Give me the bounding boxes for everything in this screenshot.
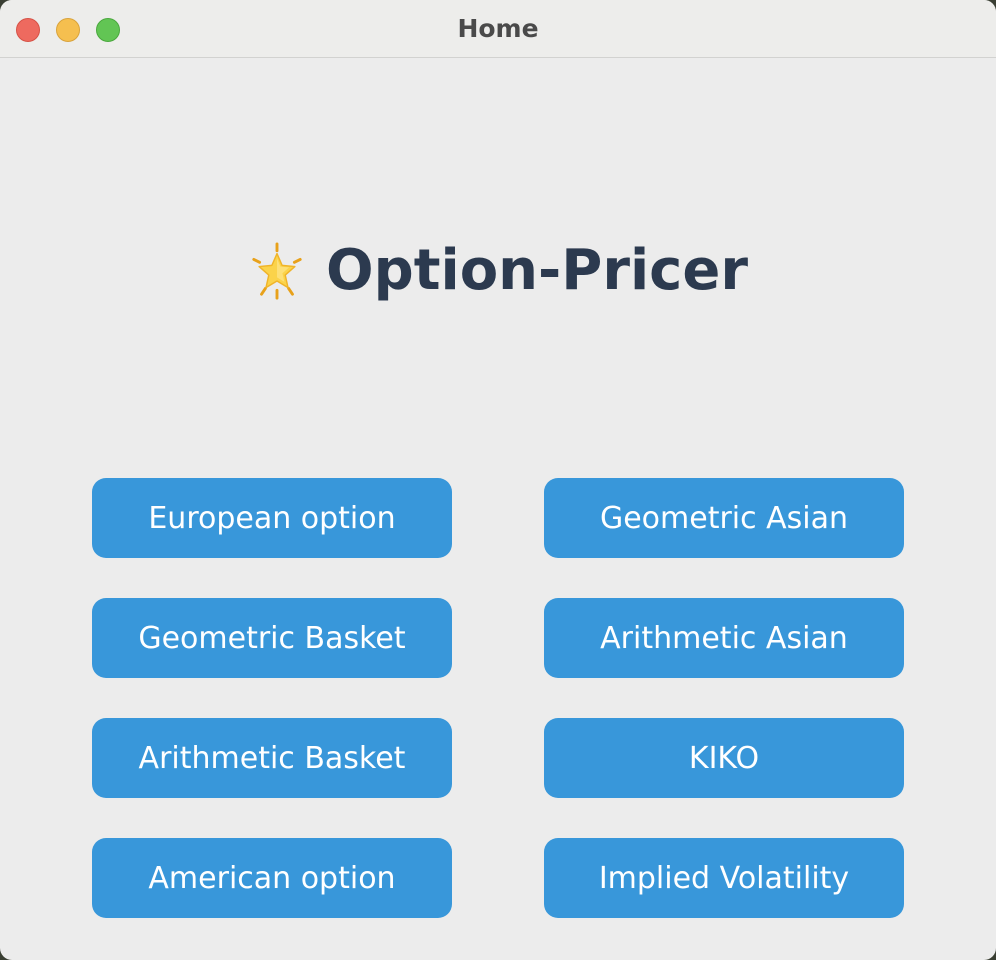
geometric-basket-button[interactable]: Geometric Basket — [92, 598, 452, 678]
glowing-star-icon — [252, 241, 302, 300]
implied-volatility-button[interactable]: Implied Volatility — [544, 838, 904, 918]
geometric-asian-button[interactable]: Geometric Asian — [544, 478, 904, 558]
american-option-button[interactable]: American option — [92, 838, 452, 918]
app-window: Home Option-Pricer European option Geome… — [0, 0, 996, 960]
arithmetic-asian-button[interactable]: Arithmetic Asian — [544, 598, 904, 678]
title-bar: Home — [0, 0, 996, 58]
app-title: Option-Pricer — [326, 238, 748, 303]
window-title: Home — [457, 14, 539, 43]
arithmetic-basket-button[interactable]: Arithmetic Basket — [92, 718, 452, 798]
european-option-button[interactable]: European option — [92, 478, 452, 558]
app-heading: Option-Pricer — [0, 238, 996, 314]
kiko-button[interactable]: KIKO — [544, 718, 904, 798]
